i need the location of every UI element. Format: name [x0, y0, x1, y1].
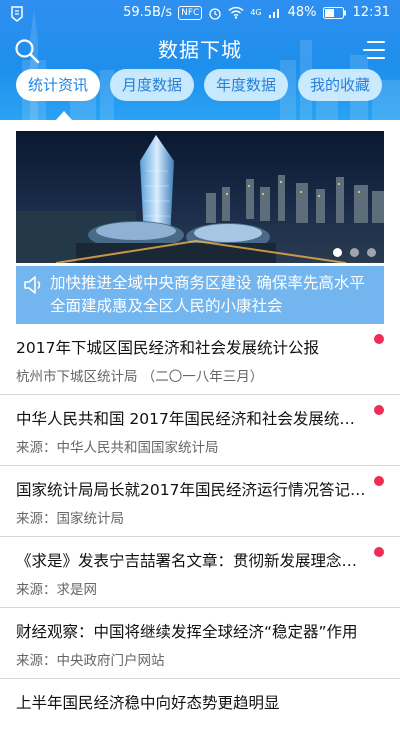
unread-dot: [374, 405, 384, 415]
news-source: 杭州市下城区统计局 （二〇一八年三月）: [16, 369, 264, 385]
news-title: 国家统计局局长就2017年国民经济运行情况答记者问: [16, 481, 368, 499]
news-title: 《求是》发表宁吉喆署名文章：贯彻新发展理念推动高质量发展: [16, 552, 368, 570]
banner-carousel[interactable]: [16, 131, 384, 263]
tab-annual-data[interactable]: 年度数据: [204, 69, 289, 101]
menu-icon[interactable]: [362, 38, 386, 62]
news-title: 中华人民共和国 2017年国民经济和社会发展统计公报: [16, 410, 368, 428]
news-title: 财经观察：中国将继续发挥全球经济“稳定器”作用: [16, 623, 358, 641]
wifi-icon: [228, 6, 244, 19]
list-item[interactable]: 财经观察：中国将继续发挥全球经济“稳定器”作用 来源：中央政府门户网站: [0, 608, 400, 679]
signal-icon: [268, 8, 279, 18]
news-source: 来源：求是网: [16, 582, 97, 598]
speaker-icon: [24, 276, 41, 294]
page-title: 数据下城: [158, 38, 242, 62]
nfc-icon: NFC: [178, 5, 203, 20]
carousel-dot[interactable]: [367, 248, 376, 257]
list-item[interactable]: 上半年国民经济稳中向好态势更趋明显: [0, 679, 400, 749]
app-header: 59.5B/s NFC 4G 48% 12:31 数据下城 统计资讯 月度数据 …: [0, 0, 400, 120]
app-logo-icon: [11, 6, 23, 22]
list-item[interactable]: 2017年下城区国民经济和社会发展统计公报 杭州市下城区统计局 （二〇一八年三月…: [0, 324, 400, 395]
category-tabs: 统计资讯 月度数据 年度数据 我的收藏: [16, 69, 383, 101]
tab-my-favorites[interactable]: 我的收藏: [298, 69, 383, 101]
news-source: 来源：国家统计局: [16, 511, 124, 527]
active-tab-indicator: [56, 111, 72, 120]
banner-caption[interactable]: 加快推进全域中央商务区建设 确保率先高水平全面建成惠及全区人民的小康社会: [16, 266, 384, 324]
news-title: 上半年国民经济稳中向好态势更趋明显: [16, 694, 280, 712]
status-bar: 59.5B/s NFC 4G 48% 12:31: [0, 0, 400, 28]
signal-type-label: 4G: [250, 7, 262, 17]
carousel-dot[interactable]: [350, 248, 359, 257]
banner-caption-text: 加快推进全域中央商务区建设 确保率先高水平全面建成惠及全区人民的小康社会: [50, 274, 365, 315]
banner-image: [16, 131, 384, 263]
carousel-dot[interactable]: [333, 248, 342, 257]
clock-time: 12:31: [352, 5, 390, 20]
battery-icon: [322, 6, 346, 19]
tab-statistics-news[interactable]: 统计资讯: [16, 69, 101, 101]
news-source: 来源：中央政府门户网站: [16, 653, 165, 669]
battery-percent: 48%: [287, 5, 317, 20]
unread-dot: [374, 476, 384, 486]
news-source: 来源：中华人民共和国国家统计局: [16, 440, 219, 456]
alarm-icon: [209, 7, 221, 20]
news-list: 2017年下城区国民经济和社会发展统计公报 杭州市下城区统计局 （二〇一八年三月…: [0, 324, 400, 749]
tab-monthly-data[interactable]: 月度数据: [110, 69, 195, 101]
list-item[interactable]: 《求是》发表宁吉喆署名文章：贯彻新发展理念推动高质量发展 来源：求是网: [0, 537, 400, 608]
list-item[interactable]: 中华人民共和国 2017年国民经济和社会发展统计公报 来源：中华人民共和国国家统…: [0, 395, 400, 466]
carousel-dots: [333, 248, 376, 257]
unread-dot: [374, 547, 384, 557]
network-speed: 59.5B/s: [123, 5, 173, 20]
news-title: 2017年下城区国民经济和社会发展统计公报: [16, 339, 319, 357]
unread-dot: [374, 334, 384, 344]
list-item[interactable]: 国家统计局局长就2017年国民经济运行情况答记者问 来源：国家统计局: [0, 466, 400, 537]
